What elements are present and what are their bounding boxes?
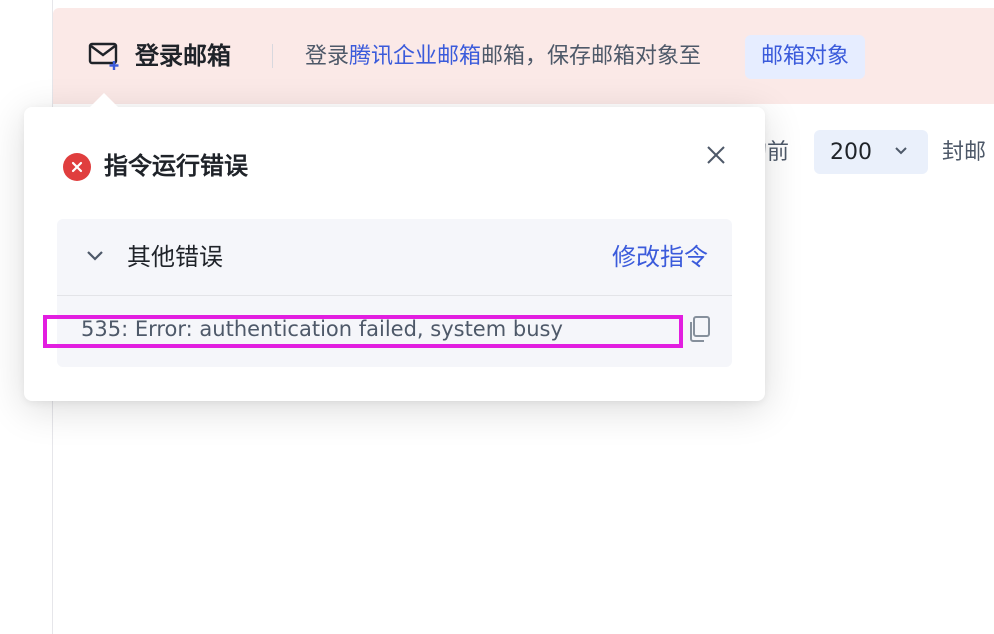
modify-command-link[interactable]: 修改指令 (612, 240, 708, 274)
command-title: 登录邮箱 (135, 42, 231, 70)
popover-title: 指令运行错误 (104, 152, 248, 180)
app-stage: 登录邮箱 登录腾讯企业邮箱邮箱，保存邮箱对象至 邮箱对象 的前 200 封邮 指… (0, 0, 994, 634)
error-group-header[interactable]: 其他错误 修改指令 (57, 219, 732, 296)
error-circle-icon (63, 153, 91, 181)
chevron-down-icon (895, 147, 907, 155)
error-popover: 指令运行错误 其他错误 修改指令 535: Error: authenticat… (24, 93, 765, 401)
count-select[interactable]: 200 (814, 130, 928, 174)
chevron-down-icon[interactable] (86, 249, 104, 263)
count-suffix-label: 封邮 (942, 140, 987, 165)
command-description: 登录腾讯企业邮箱邮箱，保存邮箱对象至 (305, 41, 701, 73)
header-separator (272, 44, 273, 68)
copy-icon[interactable] (687, 315, 711, 343)
mail-plus-icon (88, 42, 119, 70)
count-value: 200 (830, 139, 872, 165)
command-desc-prefix: 登录 (305, 44, 350, 69)
close-icon[interactable] (704, 143, 728, 167)
highlight-annotation (43, 315, 683, 348)
output-variable-pill[interactable]: 邮箱对象 (745, 35, 866, 79)
mailbox-type-link[interactable]: 腾讯企业邮箱 (349, 44, 481, 69)
command-desc-suffix: 邮箱，保存邮箱对象至 (481, 44, 702, 69)
command-header[interactable]: 登录邮箱 登录腾讯企业邮箱邮箱，保存邮箱对象至 邮箱对象 (53, 8, 994, 104)
popover-arrow (90, 93, 118, 107)
error-group-title: 其他错误 (127, 243, 223, 271)
